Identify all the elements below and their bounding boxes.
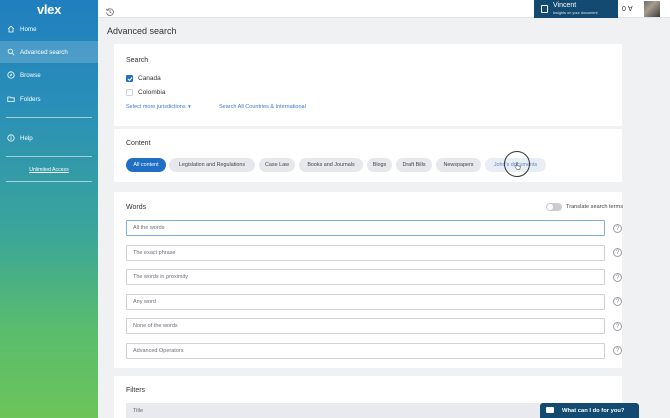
content-section-title: Content: [126, 140, 151, 147]
sidebar-item-label: Folders: [20, 95, 41, 103]
advanced-operators-input[interactable]: [126, 343, 605, 359]
help-icon[interactable]: ?: [613, 297, 622, 306]
info-icon: [7, 134, 15, 142]
filters-section-title: Filters: [126, 387, 146, 394]
sidebar-item-browse[interactable]: Browse: [0, 64, 98, 86]
chip-case-law[interactable]: Case Law: [259, 158, 295, 172]
chip-books-and-journals[interactable]: Books and Journals: [299, 158, 363, 172]
chip-draft-bills[interactable]: Draft Bills: [396, 158, 432, 172]
help-icon[interactable]: ?: [613, 248, 622, 257]
pointer-hand-icon: [514, 162, 521, 170]
none-of-the-words-input[interactable]: [126, 318, 605, 334]
sidebar-item-label: Home: [20, 25, 37, 33]
translate-toggle[interactable]: [546, 203, 562, 211]
sidebar-item-label: Browse: [20, 71, 41, 79]
chip-all-content[interactable]: All content: [126, 158, 166, 172]
help-icon[interactable]: ?: [613, 322, 622, 331]
select-more-label: Select more jurisdictions: [126, 104, 186, 110]
help-icon[interactable]: ?: [613, 273, 622, 282]
words-in-proximity-input[interactable]: [126, 269, 605, 285]
notification-counter[interactable]: 0 ∀: [622, 5, 633, 13]
search-all-countries-link[interactable]: Search All Countries & International: [219, 104, 306, 110]
exact-phrase-input[interactable]: [126, 245, 605, 261]
search-section-title: Search: [126, 57, 149, 64]
sidebar-item-folders[interactable]: Folders: [0, 88, 98, 110]
canada-checkbox[interactable]: [126, 75, 133, 82]
sidebar-item-help[interactable]: Help: [0, 127, 98, 149]
sidebar-item-label: Advanced search: [20, 48, 68, 56]
title-filter-label: Title: [133, 408, 144, 414]
toggle-knob: [547, 204, 553, 210]
sidebar-divider: [6, 156, 92, 157]
search-icon: [7, 48, 15, 56]
compass-icon: [7, 71, 15, 79]
all-the-words-input[interactable]: [126, 220, 605, 236]
help-icon[interactable]: ?: [613, 346, 622, 355]
document-icon: [541, 5, 548, 13]
check-icon: [127, 76, 132, 81]
chat-label: What can I do for you?: [562, 408, 625, 414]
content-panel: [114, 129, 622, 182]
page-title: Advanced search: [107, 26, 177, 36]
counter-symbol: ∀: [627, 6, 633, 13]
sidebar-divider: [6, 181, 92, 182]
chip-blogs[interactable]: Blogs: [367, 158, 392, 172]
unlimited-access-link[interactable]: Unlimited Access: [0, 167, 98, 173]
search-panel: [114, 44, 622, 126]
home-icon: [7, 25, 15, 33]
words-section-title: Words: [126, 204, 147, 211]
colombia-label: Colombia: [138, 89, 166, 96]
history-icon[interactable]: [105, 4, 115, 16]
select-more-jurisdictions-link[interactable]: Select more jurisdictions ▼: [126, 104, 192, 110]
any-word-input[interactable]: [126, 294, 605, 310]
vlex-logo[interactable]: vlex: [0, 0, 98, 18]
sidebar-item-label: Help: [20, 134, 33, 142]
assistant-subtitle: Insights on your document: [553, 11, 598, 15]
caret-down-icon: ▼: [187, 104, 192, 109]
colombia-checkbox[interactable]: [126, 89, 133, 96]
folder-icon: [7, 95, 15, 103]
avatar[interactable]: [644, 1, 660, 17]
canada-label: Canada: [138, 75, 161, 82]
counter-value: 0: [622, 6, 626, 13]
sidebar-item-home[interactable]: Home: [0, 18, 98, 40]
assistant-name: Vincent: [553, 2, 577, 9]
help-icon[interactable]: ?: [613, 224, 622, 233]
chat-bubble-icon: [546, 407, 554, 413]
translate-label: Translate search terms: [566, 204, 623, 210]
chip-newspapers[interactable]: Newspapers: [436, 158, 481, 172]
chat-widget-button[interactable]: What can I do for you?: [540, 403, 639, 418]
chip-legislation-and-regulations[interactable]: Legislation and Regulations: [169, 158, 255, 172]
vincent-assistant-button[interactable]: Vincent Insights on your document: [534, 0, 618, 18]
sidebar-item-advanced-search[interactable]: Advanced search: [0, 41, 98, 63]
top-bar: Vincent Insights on your document 0 ∀: [98, 0, 670, 18]
sidebar-divider: [6, 117, 92, 118]
sidebar: vlex Home Advanced search Browse Folders…: [0, 0, 98, 418]
